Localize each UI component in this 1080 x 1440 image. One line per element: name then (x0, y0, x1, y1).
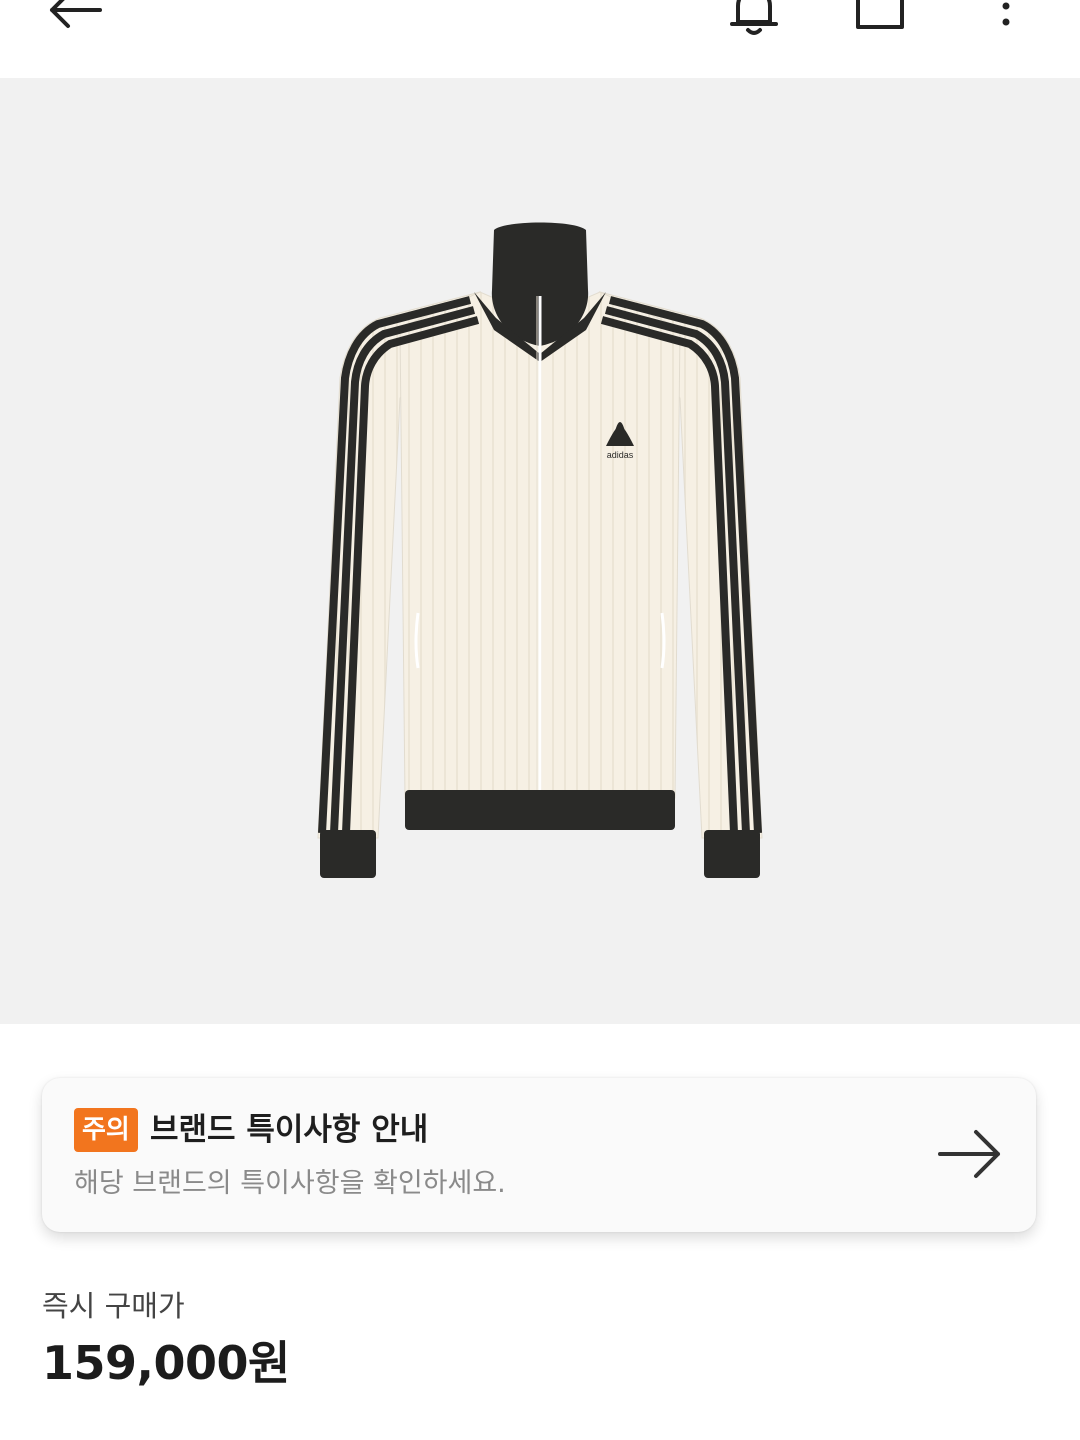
arrow-right-icon[interactable] (936, 1124, 1006, 1184)
arrow-left-icon (50, 0, 102, 28)
back-button[interactable] (44, 0, 104, 40)
notice-title: 브랜드 특이사항 안내 (150, 1112, 429, 1148)
notification-button[interactable] (724, 0, 784, 40)
more-options-button[interactable] (976, 0, 1036, 40)
bell-icon (730, 0, 778, 35)
track-jacket-illustration: adidas (317, 222, 763, 878)
brand-notice-card[interactable]: 주의 브랜드 특이사항 안내 해당 브랜드의 특이사항을 확인하세요. (42, 1078, 1036, 1232)
caution-badge: 주의 (74, 1108, 138, 1152)
product-image[interactable]: adidas (0, 78, 1080, 1024)
shopping-bag-button[interactable] (850, 0, 910, 40)
adidas-logo-text: adidas (607, 450, 634, 460)
instant-buy-price: 159,000원 (42, 1336, 290, 1390)
product-detail-page: adidas 주의 브랜드 특이사항 안내 해당 브랜드의 특이사항을 확인하세… (0, 0, 1080, 1440)
notice-description: 해당 브랜드의 특이사항을 확인하세요. (74, 1168, 506, 1199)
instant-buy-price-label: 즉시 구매가 (42, 1289, 185, 1323)
top-navigation-bar (0, 0, 1080, 78)
shopping-bag-icon (856, 0, 904, 29)
more-vertical-icon (1002, 2, 1010, 26)
